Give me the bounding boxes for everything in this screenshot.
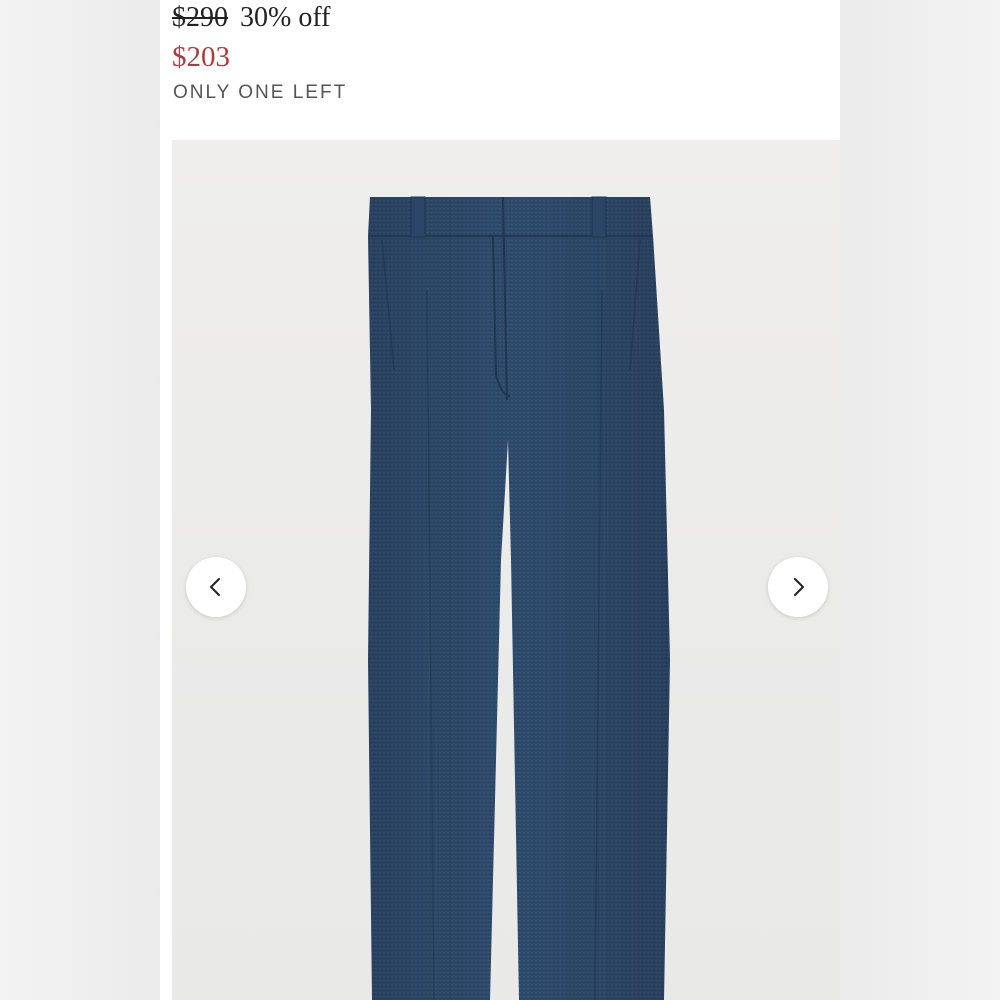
page: $290 30% off $203 ONLY ONE LEFT (0, 0, 1000, 1000)
chevron-left-icon (210, 578, 220, 596)
left-margin (0, 0, 160, 1000)
stock-status: ONLY ONE LEFT (173, 82, 348, 103)
sale-price: $203 (172, 41, 230, 73)
next-image-button[interactable] (768, 557, 828, 617)
right-margin (840, 0, 1000, 1000)
discount-label: 30% off (240, 2, 331, 33)
price-line: $290 30% off (172, 2, 330, 34)
product-card: $290 30% off $203 ONLY ONE LEFT (160, 0, 840, 1000)
chevron-right-icon (794, 578, 804, 596)
product-image[interactable] (172, 140, 840, 1000)
trousers-image (368, 196, 670, 1000)
original-price: $290 (172, 2, 228, 33)
previous-image-button[interactable] (186, 557, 246, 617)
